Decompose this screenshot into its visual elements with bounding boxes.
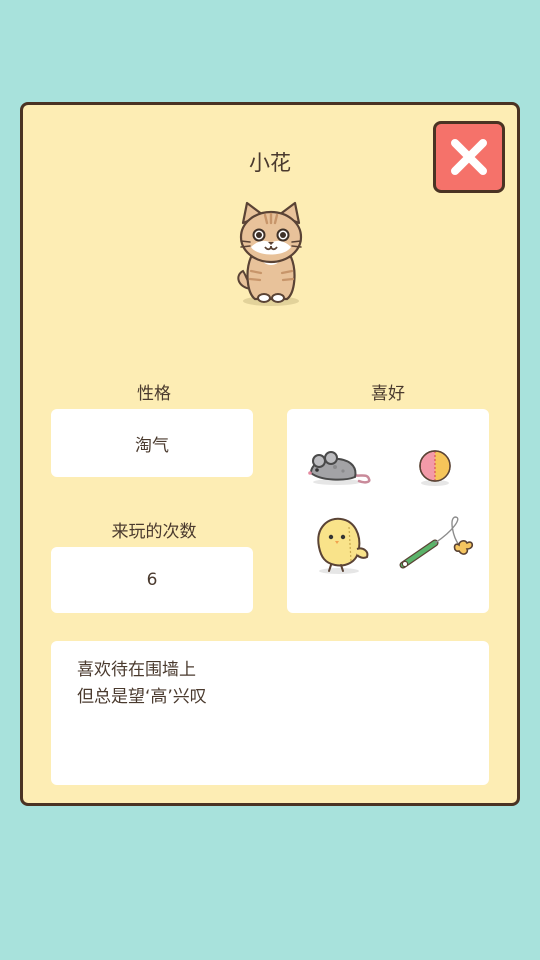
cat-name: 小花 xyxy=(249,151,291,175)
cat-portrait-icon xyxy=(237,201,303,306)
personality-label: 性格 xyxy=(137,384,171,404)
visits-label: 来玩的次数 xyxy=(111,522,197,542)
cat-teaser-wand-icon xyxy=(399,516,474,569)
toy-mouse-icon xyxy=(308,451,371,485)
ball-icon xyxy=(419,450,451,486)
chick-toy-icon xyxy=(317,517,369,574)
personality-value: 淘气 xyxy=(51,409,253,477)
visits-value: 6 xyxy=(51,547,253,613)
description-panel: 喜欢待在围墙上 但总是望‘高’兴叹 xyxy=(51,641,489,785)
favorites-panel xyxy=(287,409,489,613)
favorites-label: 喜好 xyxy=(371,384,405,404)
description-line-1: 喜欢待在围墙上 xyxy=(77,660,196,680)
description-line-2: 但总是望‘高’兴叹 xyxy=(77,687,207,707)
cat-profile-card: 小花 性格 淘气 来玩的次数 6 喜好 喜欢待在围墙上 但总是望‘高’兴叹 xyxy=(20,102,520,806)
